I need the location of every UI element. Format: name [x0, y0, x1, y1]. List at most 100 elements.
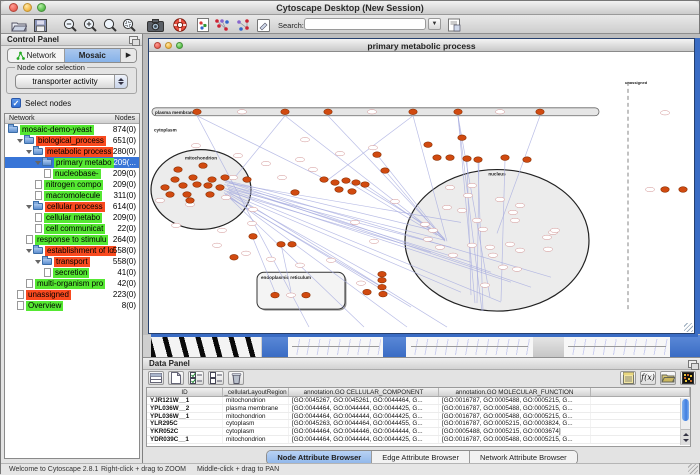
network-node[interactable] — [161, 185, 169, 191]
tree-row[interactable]: macromolecule311(0) — [5, 190, 139, 201]
network-node[interactable] — [331, 180, 339, 186]
network-node[interactable] — [291, 190, 299, 196]
annotation-icon[interactable] — [257, 18, 270, 32]
tree-row[interactable]: Overview8(0) — [5, 300, 139, 311]
region-nucleus[interactable] — [405, 170, 589, 311]
network-node[interactable] — [454, 109, 462, 115]
table-row[interactable]: YPL036W__2plasma membrane[GO:0044464, GO… — [147, 405, 690, 413]
layout-alt-icon[interactable] — [235, 18, 253, 32]
network-node[interactable] — [183, 192, 191, 198]
network-node[interactable] — [216, 185, 224, 191]
function-icon[interactable]: f(x) — [640, 371, 656, 385]
network-node[interactable] — [463, 156, 471, 162]
save-session-icon[interactable] — [34, 18, 47, 32]
network-node[interactable] — [208, 177, 216, 183]
tree-row[interactable]: response to stimulu264(0) — [5, 234, 139, 245]
network-node[interactable] — [458, 135, 466, 141]
network-node[interactable] — [373, 152, 381, 158]
network-node[interactable] — [536, 109, 544, 115]
background-window-titlebar[interactable] — [383, 335, 406, 357]
network-node[interactable] — [379, 291, 387, 297]
network-node[interactable] — [433, 155, 441, 161]
background-window-thumbnail[interactable] — [288, 335, 383, 357]
network-node[interactable] — [361, 182, 369, 188]
network-node[interactable] — [381, 168, 389, 174]
tree-row[interactable]: multi-organism pro42(0) — [5, 278, 139, 289]
network-node[interactable] — [206, 192, 214, 198]
column-header[interactable]: ID — [147, 388, 223, 396]
network-node[interactable] — [474, 157, 482, 163]
expand-arrow-icon[interactable] — [26, 150, 32, 154]
matrix-icon[interactable] — [680, 371, 696, 385]
network-node[interactable] — [342, 178, 350, 184]
help-icon[interactable] — [173, 18, 187, 32]
network-tree-header[interactable]: Network Nodes — [5, 114, 139, 124]
network-node[interactable] — [679, 187, 687, 193]
network-node[interactable] — [193, 109, 201, 115]
network-node[interactable] — [661, 187, 669, 193]
network-node[interactable] — [378, 284, 386, 290]
background-window-thumbnail[interactable] — [406, 335, 533, 357]
network-node[interactable] — [378, 271, 386, 277]
attribute-table-header[interactable]: ID_cellularLayoutRegionannotation.GO CEL… — [147, 388, 690, 397]
tree-row[interactable]: cell communicat22(0) — [5, 223, 139, 234]
table-row[interactable]: YKR052Ccytoplasm[GO:0044464, GO:0044446,… — [147, 428, 690, 436]
background-window-titlebar[interactable] — [670, 335, 700, 357]
zoom-fit-icon[interactable] — [103, 18, 118, 32]
zoom-out-icon[interactable] — [63, 18, 78, 32]
zoom-in-icon[interactable] — [83, 18, 98, 32]
tab-scroll-right-button[interactable]: ▶ — [121, 49, 136, 62]
node-color-dropdown[interactable]: transporter activity — [15, 74, 128, 89]
tree-row[interactable]: nitrogen compo209(0) — [5, 179, 139, 190]
network-node[interactable] — [348, 189, 356, 195]
network-node[interactable] — [189, 175, 197, 181]
column-header[interactable]: annotation.GO CELLULAR_COMPONENT — [289, 388, 439, 396]
open-file-icon[interactable] — [11, 18, 27, 32]
float-panel-icon[interactable] — [688, 360, 697, 368]
tree-row[interactable]: mosaic-demo-yeast874(0) — [5, 124, 139, 135]
table-scrollbar[interactable] — [680, 398, 689, 445]
network-node[interactable] — [446, 155, 454, 161]
select-attributes-icon[interactable] — [188, 371, 204, 385]
tree-row[interactable]: unassigned223(0) — [5, 289, 139, 300]
tree-row[interactable]: cellular metabo209(0) — [5, 212, 139, 223]
network-canvas[interactable]: plasma membranecytoplasmmitochondrionnuc… — [149, 52, 694, 333]
tree-row[interactable]: metabolic process280(0) — [5, 146, 139, 157]
scroll-down-icon[interactable] — [683, 439, 689, 442]
tab-network[interactable]: Network — [8, 49, 65, 62]
network-node[interactable] — [324, 109, 332, 115]
layout-icon[interactable] — [213, 18, 231, 32]
tree-row[interactable]: primary metabo209(... — [5, 157, 139, 168]
background-window-titlebar[interactable] — [262, 335, 288, 357]
search-input[interactable] — [304, 18, 426, 30]
notes-icon[interactable] — [620, 371, 636, 385]
column-header[interactable]: _cellularLayoutRegion — [223, 388, 289, 396]
network-node[interactable] — [171, 177, 179, 183]
network-node[interactable] — [179, 183, 187, 189]
network-node[interactable] — [302, 292, 310, 298]
network-node[interactable] — [243, 177, 251, 183]
network-window-titlebar[interactable]: primary metabolic process — [149, 39, 694, 52]
window-resize-grip[interactable] — [684, 323, 693, 332]
network-node[interactable] — [352, 180, 360, 186]
tree-row[interactable]: biological_process651(0) — [5, 135, 139, 146]
network-node[interactable] — [277, 242, 285, 248]
expand-arrow-icon[interactable] — [35, 161, 41, 165]
tree-row[interactable]: transport558(0) — [5, 256, 139, 267]
network-node[interactable] — [186, 198, 194, 204]
background-window-titlebar[interactable] — [533, 335, 564, 357]
zoom-selected-icon[interactable] — [122, 18, 137, 32]
network-node[interactable] — [363, 289, 371, 295]
vizmapper-icon[interactable] — [197, 18, 209, 32]
snapshot-icon[interactable] — [147, 18, 164, 32]
network-node[interactable] — [288, 242, 296, 248]
network-node[interactable] — [199, 163, 207, 169]
tree-row[interactable]: establishment of lo558(0) — [5, 245, 139, 256]
float-panel-icon[interactable] — [129, 36, 138, 44]
network-node[interactable] — [378, 277, 386, 283]
tree-row[interactable]: nucleobase-209(0) — [5, 168, 139, 179]
network-node[interactable] — [320, 177, 328, 183]
attribute-table-icon[interactable] — [148, 371, 164, 385]
tab-mosaic[interactable]: Mosaic — [65, 49, 122, 62]
scroll-up-icon[interactable] — [683, 433, 689, 436]
